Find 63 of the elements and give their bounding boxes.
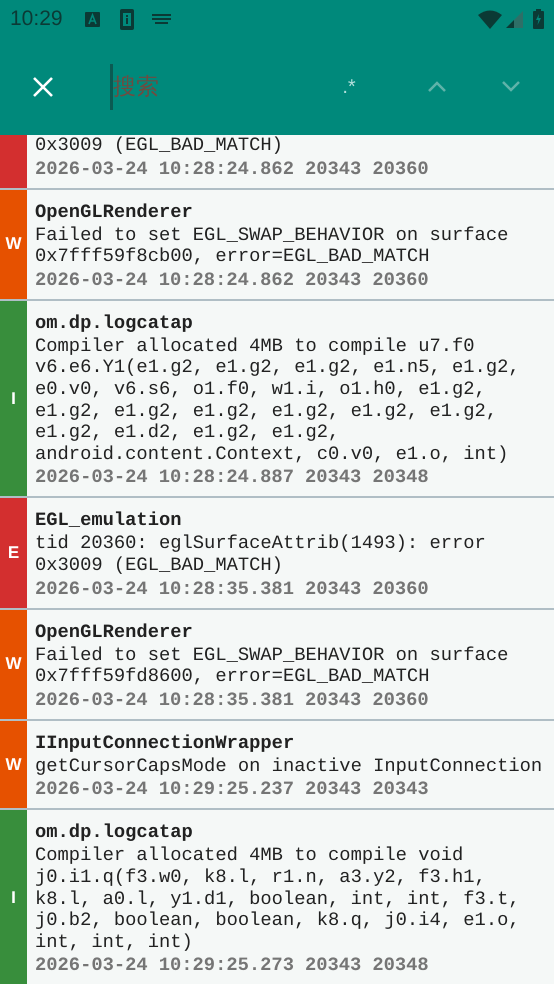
log-message: tid 20360: eglSurfaceAttrib(1493): error 0x3009 (EGL_BAD_MATCH) xyxy=(35,533,487,577)
log-time: 10:28:35.381 xyxy=(158,576,294,602)
thread-id: 20348 xyxy=(372,953,429,978)
log-date: 2026-03-24 xyxy=(35,953,148,978)
keyboard-language-icon xyxy=(84,12,100,26)
chevron-up-icon xyxy=(428,81,446,92)
log-date: 2026-03-24 xyxy=(35,777,148,802)
chevron-down-icon xyxy=(502,81,520,92)
process-id: 20343 xyxy=(304,777,362,802)
process-id: 20343 xyxy=(304,156,362,182)
level-badge: W xyxy=(0,610,27,719)
log-message: Compiler allocated 4MB to compile void j0.i1.q(f3.w0, k8.l, r1.n, a3.y2, f3.h1, k8.l, a0.l, y1.d1, boolean, int, int, f3.t, j0.b2, boolean, boolean, k8.q, j0.i4, e1.o, int, int, int) xyxy=(35,845,521,954)
log-message: Failed to set EGL_SWAP_BEHAVIOR on surface 0x7fff59fd8600, error=EGL_BAD_MATCH xyxy=(35,644,510,688)
process-id: 20343 xyxy=(304,576,362,602)
log-message: Compiler allocated 4MB to compile u7.f0 v6.e6.Y1(e1.g2, e1.g2, e1.g2, e1.n5, e1.g2, e0.v0, v6.s6, o1.f0, w1.i, o1.h0, e1.g2, e1.g2, e1.g2, e1.g2, e1.g2, e1.g2, e1.g2, e1.g2, e1.d2, e1.g2, e1.g2, android.content.Context, c0.v0, e1.o, int) xyxy=(35,336,521,466)
level-badge: I xyxy=(0,810,27,984)
log-time: 10:29:25.273 xyxy=(158,953,294,978)
thread-id: 20343 xyxy=(372,777,429,802)
level-badge: W xyxy=(0,190,27,299)
log-entry[interactable]: W IInputConnectionWrapper getCursorCapsMode on inactive InputConnection 2026-03-24 10:29:25.237 20343 20343 xyxy=(0,720,554,810)
log-message: getCursorCapsMode on inactive InputConnection xyxy=(35,756,544,778)
log-entry[interactable]: E EGL_emulation tid 20360: eglSurfaceAttrib(1493): error 0x3009 (EGL_BAD_MATCH) 2026-03-24 10:28:35.381 20343 20360 xyxy=(0,498,554,610)
thread-id: 20360 xyxy=(372,688,429,713)
keyboard-icon xyxy=(152,14,171,24)
thread-id: 20360 xyxy=(372,156,429,182)
log-time: 10:28:24.887 xyxy=(158,465,294,490)
log-tag: om.dp.logcatap xyxy=(35,310,550,336)
log-tag: om.dp.logcatap xyxy=(35,820,550,846)
log-entry[interactable]: W OpenGLRenderer Failed to set EGL_SWAP_BEHAVIOR on surface 0x7fff59fd8600, error=EGL_BAD_MATCH 2026-03-24 10:28:35.381 20343 20360 xyxy=(0,610,554,721)
log-time: 10:28:24.862 xyxy=(158,156,294,182)
process-id: 20343 xyxy=(304,268,362,293)
log-message: Failed to set EGL_SWAP_BEHAVIOR on surface 0x7fff59f8cb00, error=EGL_BAD_MATCH xyxy=(35,224,510,268)
process-id: 20343 xyxy=(304,688,362,713)
log-entry[interactable] xyxy=(0,300,554,498)
status-time: 10:29 xyxy=(10,6,63,32)
wifi-icon xyxy=(478,10,502,28)
level-badge: W xyxy=(0,720,27,808)
level-badge: I xyxy=(0,300,27,496)
search-field[interactable]: 搜索 xyxy=(110,64,329,110)
log-tag: OpenGLRenderer xyxy=(35,200,550,225)
log-time: 10:28:24.862 xyxy=(158,268,294,293)
log-entry[interactable]: W OpenGLRenderer Failed to set EGL_SWAP_BEHAVIOR on surface 0x7fff59f8cb00, error=EGL_BAD_MATCH 2026-03-24 10:28:24.862 20343 20360 xyxy=(0,190,554,301)
log-tag: IInputConnectionWrapper xyxy=(35,730,550,756)
process-id: 20343 xyxy=(304,465,362,490)
log-date: 2026-03-24 xyxy=(35,268,148,293)
log-time: 10:28:35.381 xyxy=(158,688,294,713)
log-tag: EGL_emulation xyxy=(35,508,550,534)
process-id: 20343 xyxy=(304,953,362,978)
log-date: 2026-03-24 xyxy=(35,156,148,182)
log-date: 2026-03-24 xyxy=(35,688,148,713)
thread-id: 20348 xyxy=(372,465,429,490)
signal-icon xyxy=(506,10,523,28)
close-icon xyxy=(32,76,54,98)
log-date: 2026-03-24 xyxy=(35,576,148,602)
log-entry[interactable]: 0x3009 (EGL_BAD_MATCH) 2026-03-24 10:28:24.862 20343 20360 xyxy=(0,135,554,190)
log-time: 10:29:25.237 xyxy=(158,777,294,802)
log-date: 2026-03-24 xyxy=(35,465,148,490)
thread-id: 20360 xyxy=(372,576,429,602)
battery-charging-icon xyxy=(533,9,544,29)
level-badge: E xyxy=(0,498,27,608)
thread-id: 20360 xyxy=(372,268,429,293)
log-tag: OpenGLRenderer xyxy=(35,620,550,645)
log-message: 0x3009 (EGL_BAD_MATCH) xyxy=(35,135,284,157)
